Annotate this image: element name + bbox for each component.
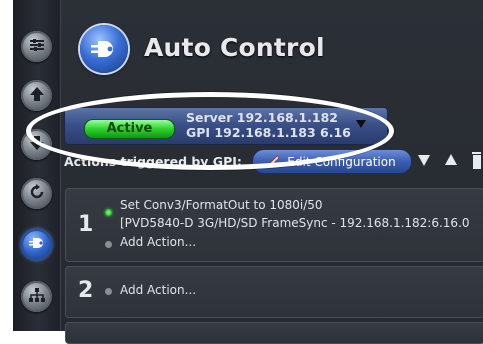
sidebar-item-upload[interactable] (21, 80, 52, 111)
sidebar-item-network[interactable] (21, 281, 52, 312)
page-title: Auto Control (144, 33, 325, 62)
add-action-link[interactable]: Add Action... (120, 283, 196, 297)
sidebar-item-refresh[interactable] (21, 178, 52, 209)
auto-control-logo-icon (80, 25, 128, 73)
trash-icon[interactable] (471, 150, 481, 170)
auto-control-plug-icon (28, 234, 46, 256)
group-number: 1 (78, 212, 94, 237)
group-number: 2 (78, 278, 94, 303)
move-up-icon[interactable] (445, 154, 457, 165)
network-tree-icon (28, 286, 46, 308)
highlight-ellipse (26, 92, 394, 170)
sidebar-item-settings[interactable] (21, 31, 52, 62)
sidebar-item-auto-control[interactable] (21, 229, 52, 260)
arrow-up-icon (28, 85, 46, 107)
action-status-dot (105, 209, 112, 216)
sliders-icon (28, 36, 46, 58)
sidebar (13, 0, 61, 331)
add-action-dot (105, 288, 112, 295)
action-device-text: [PVD5840-D 3G/HD/SD FrameSync - 192.168.… (120, 216, 470, 230)
move-down-icon[interactable] (418, 155, 430, 166)
action-group: 2 Add Action... (65, 266, 483, 318)
add-action-link[interactable]: Add Action... (120, 235, 196, 249)
action-group (65, 322, 483, 344)
action-text[interactable]: Set Conv3/FormatOut to 1080i/50 (120, 198, 323, 212)
add-action-dot (105, 241, 112, 248)
refresh-icon (28, 183, 46, 205)
action-group: 1 Set Conv3/FormatOut to 1080i/50 [PVD58… (65, 188, 483, 262)
